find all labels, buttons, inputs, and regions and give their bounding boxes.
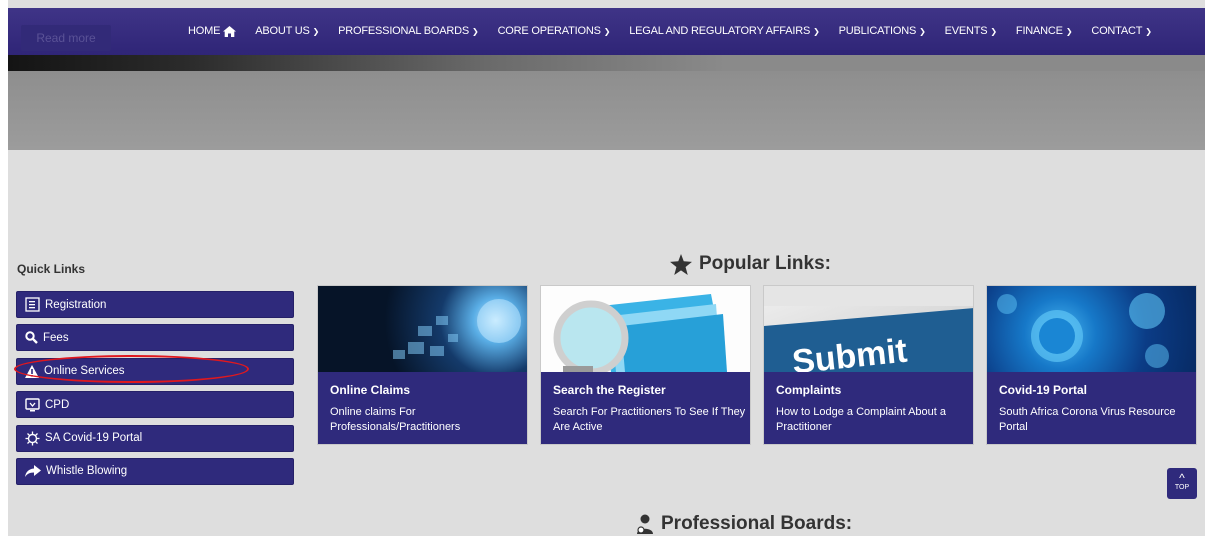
nav-events-label: EVENTS	[944, 25, 988, 37]
nav-core-operations-label: CORE OPERATIONS	[497, 25, 601, 37]
home-icon	[223, 25, 237, 37]
chevron-down-icon: ❯	[813, 26, 820, 36]
card-description: South Africa Corona Virus Resource Porta…	[999, 406, 1176, 433]
nav-core-operations[interactable]: CORE OPERATIONS ❯	[498, 22, 611, 40]
card-title: Online Claims	[330, 383, 411, 397]
nav-home-label: HOME	[188, 25, 221, 37]
quick-link-whistle-blowing[interactable]: Whistle Blowing	[16, 457, 294, 485]
card-description: Search For Practitioners To See If They …	[553, 406, 746, 433]
document-icon	[25, 297, 40, 312]
chevron-down-icon: ❯	[1145, 26, 1152, 36]
nav-finance[interactable]: FINANCE ❯	[1015, 22, 1073, 40]
star-icon	[670, 253, 692, 275]
nav-finance-label: FINANCE	[1015, 25, 1063, 37]
nav-legal-regulatory-label: LEGAL AND REGULATORY AFFAIRS	[629, 25, 811, 37]
nav-contact[interactable]: CONTACT ❯	[1091, 22, 1152, 40]
quick-link-label: CPD	[45, 398, 70, 411]
quick-link-fees[interactable]: Fees	[16, 324, 294, 352]
read-more-button[interactable]: Read more	[21, 25, 111, 51]
popular-links-title: Popular Links:	[699, 253, 831, 274]
quick-link-label: Fees	[43, 331, 69, 344]
professional-boards-heading: Professional Boards:	[635, 513, 852, 535]
user-group-icon	[637, 514, 653, 534]
chevron-down-icon: ❯	[990, 26, 997, 36]
professional-boards-title: Professional Boards:	[661, 513, 853, 534]
quick-link-label: Registration	[45, 298, 107, 311]
chevron-up-icon: ^	[1179, 471, 1185, 485]
quick-link-registration[interactable]: Registration	[16, 291, 294, 318]
virus-icon	[25, 431, 40, 446]
back-to-top-button[interactable]: ^ TOP	[1167, 468, 1197, 499]
quick-link-covid-portal[interactable]: SA Covid-19 Portal	[16, 424, 294, 452]
nav-home[interactable]: HOME	[188, 22, 237, 40]
hero-banner-edge	[8, 55, 1205, 71]
nav-legal-regulatory[interactable]: LEGAL AND REGULATORY AFFAIRS ❯	[629, 22, 820, 40]
chevron-down-icon: ❯	[919, 26, 926, 36]
card-title: Search the Register	[553, 383, 666, 397]
nav-professional-boards[interactable]: PROFESSIONAL BOARDS ❯	[338, 22, 479, 40]
card-description: Online claims For Professionals/Practiti…	[330, 406, 461, 433]
quick-link-cpd[interactable]: CPD	[16, 391, 294, 419]
main-menu: HOME ABOUT US ❯ PROFESSIONAL BOARDS ❯ CO…	[188, 22, 1171, 40]
search-icon	[25, 331, 38, 345]
chevron-down-icon: ❯	[472, 26, 479, 36]
back-to-top-label: TOP	[1174, 484, 1190, 491]
card-covid-portal[interactable]: Covid-19 Portal South Africa Corona Viru…	[986, 285, 1197, 445]
quick-link-label: Whistle Blowing	[46, 465, 128, 478]
nav-professional-boards-label: PROFESSIONAL BOARDS	[338, 25, 470, 37]
chevron-down-icon: ❯	[312, 26, 320, 36]
quick-links-title: Quick Links	[17, 262, 86, 276]
share-arrow-icon	[25, 465, 41, 478]
quick-links-list: Registration Fees Online Services CPD SA…	[16, 291, 294, 491]
card-online-claims[interactable]: Online Claims Online claims For Professi…	[317, 285, 528, 445]
search-register-image	[541, 286, 750, 372]
nav-about-us[interactable]: ABOUT US ❯	[255, 22, 319, 40]
online-claims-image	[318, 286, 527, 372]
chevron-down-icon: ❯	[1065, 26, 1073, 36]
monitor-icon	[25, 397, 40, 412]
nav-about-us-label: ABOUT US	[255, 25, 310, 37]
card-description: How to Lodge a Complaint About a Practit…	[776, 406, 947, 433]
complaints-image: Submit	[764, 286, 973, 372]
nav-events[interactable]: EVENTS ❯	[944, 22, 998, 40]
card-title: Complaints	[776, 383, 842, 397]
card-complaints[interactable]: Submit Complaints How to Lodge a Complai…	[763, 285, 974, 445]
nav-contact-label: CONTACT	[1091, 25, 1143, 37]
covid-portal-image	[987, 286, 1196, 372]
highlight-annotation	[14, 355, 249, 383]
nav-publications-label: PUBLICATIONS	[838, 25, 917, 37]
quick-link-label: SA Covid-19 Portal	[45, 432, 143, 445]
popular-links-heading: Popular Links:	[670, 253, 831, 275]
card-search-register[interactable]: Search the Register Search For Practitio…	[540, 285, 751, 445]
hero-banner	[8, 71, 1205, 150]
chevron-down-icon: ❯	[603, 26, 611, 36]
card-title: Covid-19 Portal	[999, 383, 1088, 397]
nav-publications[interactable]: PUBLICATIONS ❯	[839, 22, 926, 40]
